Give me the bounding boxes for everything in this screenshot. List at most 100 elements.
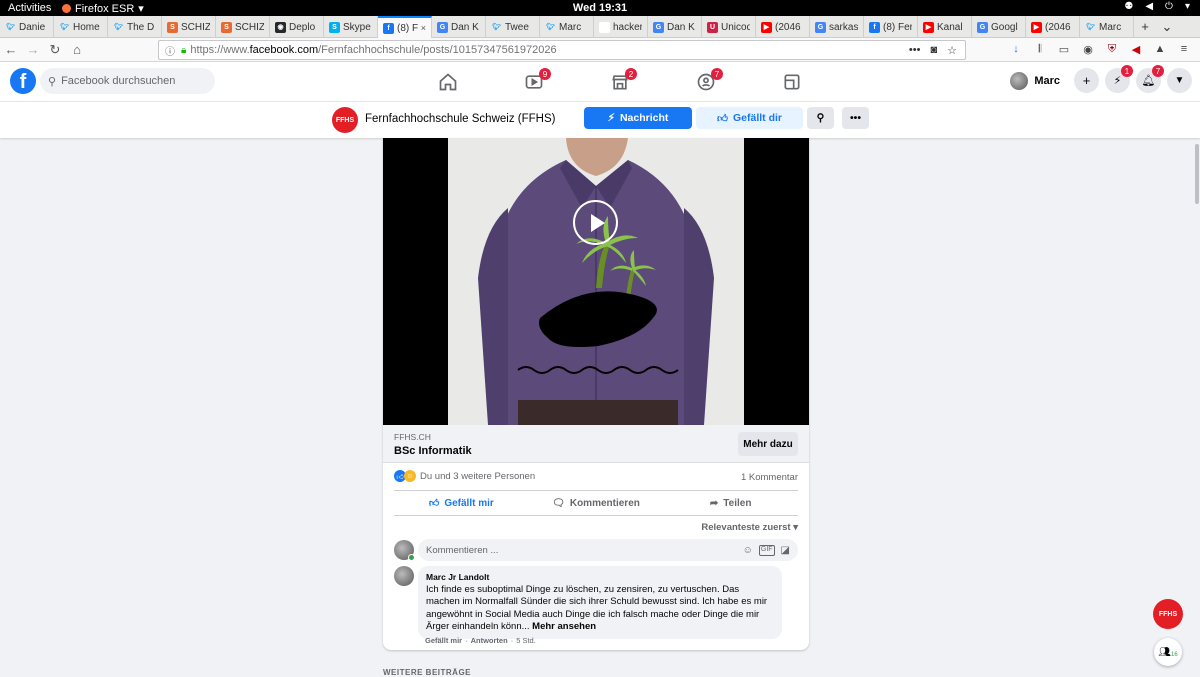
tab-19[interactable]: ▶ (2046 [1026, 16, 1080, 38]
page-liked-button[interactable]: 👍︎ Gefällt dir [696, 107, 803, 129]
lock-icon[interactable]: 🔒︎ [181, 45, 186, 56]
speaker-extension-icon[interactable]: ◀ [1128, 41, 1144, 57]
new-tab-button[interactable]: + [1134, 16, 1156, 37]
tab-0[interactable]: 🐦︎ Danie [0, 16, 54, 38]
tab-4[interactable]: S SCHIZ [216, 16, 270, 38]
create-button[interactable]: + [1074, 68, 1099, 93]
reload-button[interactable]: ↻ [44, 39, 66, 61]
page-scrollbar[interactable] [1194, 138, 1200, 675]
menu-icon[interactable]: ≡ [1176, 41, 1192, 57]
tab-12[interactable]: G Dan K [648, 16, 702, 38]
tab-3[interactable]: S SCHIZ [162, 16, 216, 38]
reaction-summary[interactable]: 👍︎ ☺ Du und 3 weitere Personen [394, 470, 535, 482]
extension-icon[interactable]: ◉ [1080, 41, 1096, 57]
network-icon: ⚉ [1124, 1, 1134, 12]
avatar[interactable] [394, 566, 414, 586]
tab-11[interactable]: hackersca [594, 16, 648, 38]
video-player[interactable] [383, 138, 809, 425]
page-logo[interactable]: FFHS [332, 107, 358, 133]
link-preview[interactable]: FFHS.CH BSc Informatik Mehr dazu [383, 425, 809, 463]
comment-time[interactable]: 5 Std. [516, 636, 536, 645]
library-icon[interactable]: 𝄃 [1032, 41, 1048, 57]
twitter-icon: 🐦︎ [492, 24, 501, 31]
tab-10[interactable]: 🐦︎ Marc [540, 16, 594, 38]
tab-overflow-button[interactable]: ⌄ [1156, 16, 1178, 37]
comment-reply-link[interactable]: Antworten [471, 636, 508, 645]
tab-17[interactable]: ▶ Kanal [918, 16, 972, 38]
comment-input[interactable]: Kommentieren ... ☺ GIF ◪ [418, 539, 798, 561]
share-button[interactable]: ➦ Teilen [663, 491, 798, 515]
comment-author[interactable]: Marc Jr Landolt [426, 571, 774, 584]
sidebar-icon[interactable]: ▭ [1056, 41, 1072, 57]
search-input[interactable]: ⚲ Facebook durchsuchen [40, 68, 215, 94]
profile-link[interactable]: Marc [1010, 71, 1060, 90]
bookmark-star-icon[interactable]: ☆ [947, 44, 957, 57]
nav-gaming[interactable] [749, 62, 835, 102]
gif-icon[interactable]: GIF [758, 544, 775, 556]
extension-icon[interactable]: ▲ [1152, 41, 1168, 57]
tab-20[interactable]: 🐦︎ Marc [1080, 16, 1134, 38]
nav-home[interactable] [405, 62, 491, 102]
account-menu-button[interactable]: ▼ [1167, 68, 1192, 93]
page-more-button[interactable]: ••• [842, 107, 869, 129]
nav-groups[interactable]: 7 [663, 62, 749, 102]
messenger-button[interactable]: ⚡︎ 1 [1105, 65, 1133, 93]
tab-15[interactable]: Gsarkas [810, 16, 864, 38]
learn-more-button[interactable]: Mehr dazu [738, 432, 798, 456]
profile-name: Marc [1034, 74, 1060, 87]
emoji-icon[interactable]: ☺ [743, 545, 753, 556]
nav-watch[interactable]: 9 [491, 62, 577, 102]
clock[interactable]: Wed 19:31 [0, 2, 1200, 14]
home-icon [439, 73, 457, 91]
tab-13[interactable]: U Unicod [702, 16, 756, 38]
tab-7[interactable]: f (8) F × [378, 16, 432, 38]
chat-head-text: FFHS [1158, 610, 1178, 618]
share-icon: ➦ [709, 497, 719, 509]
like-button[interactable]: 👍︎ Gefällt mir [394, 491, 529, 515]
search-placeholder: Facebook durchsuchen [61, 75, 176, 87]
tab-6[interactable]: S Skype [324, 16, 378, 38]
tab-8[interactable]: G Dan K [432, 16, 486, 38]
contacts-button[interactable]: 👥︎ 16 [1154, 638, 1182, 666]
notifications-button[interactable]: 🔔︎ 7 [1136, 65, 1164, 93]
tab-9[interactable]: 🐦︎ Twee [486, 16, 540, 38]
info-icon[interactable]: ⓘ [165, 43, 175, 58]
see-more-link[interactable]: Mehr ansehen [532, 621, 596, 632]
ublock-icon[interactable]: ⛨ [1104, 41, 1120, 57]
online-indicator [408, 554, 415, 561]
facebook-logo-icon[interactable]: f [10, 68, 36, 94]
power-icon: ⏻ [1165, 1, 1173, 12]
home-button[interactable]: ⌂ [66, 39, 88, 61]
tab-1[interactable]: 🐦︎ Home [54, 16, 108, 38]
comment-button[interactable]: 🗨︎ Kommentieren [529, 491, 664, 515]
forward-button[interactable]: → [22, 39, 44, 61]
tab-title: hackersca [613, 21, 642, 33]
volume-icon: ◀ [1145, 1, 1154, 12]
comment-count[interactable]: 1 Kommentar [741, 472, 798, 483]
comment-like-link[interactable]: Gefällt mir [425, 636, 462, 645]
sticker-icon[interactable]: ◪ [781, 545, 790, 556]
comment-sort-dropdown[interactable]: Relevanteste zuerst ▾ [701, 522, 798, 533]
tab-16[interactable]: f (8) Fer [864, 16, 918, 38]
scrollbar-thumb[interactable] [1195, 144, 1199, 204]
download-icon[interactable]: ↓ [1008, 41, 1024, 57]
tab-5[interactable]: ◉ Deplo [270, 16, 324, 38]
tab-2[interactable]: 🐦︎ The D [108, 16, 162, 38]
page-actions-icon[interactable]: ••• [909, 44, 921, 57]
tab-14[interactable]: ▶ (2046 [756, 16, 810, 38]
back-button[interactable]: ← [0, 39, 22, 61]
system-tray[interactable]: ⚉ ◀ ⏻ ▾ [1124, 1, 1190, 12]
play-button[interactable] [573, 200, 618, 245]
page-chat-head[interactable]: FFHS [1153, 599, 1183, 629]
page-title[interactable]: Fernfachhochschule Schweiz (FFHS) [365, 113, 555, 125]
bell-icon: 🔔︎ [1141, 75, 1156, 87]
address-bar[interactable]: ⓘ 🔒︎ https://www. facebook.com /Fernfach… [158, 40, 966, 60]
avatar[interactable] [394, 540, 415, 561]
nav-marketplace[interactable]: 2 [577, 62, 663, 102]
page-search-button[interactable]: ⚲ [807, 107, 834, 129]
tab-strip: 🐦︎ Danie 🐦︎ Home 🐦︎ The D S SCHIZ S SCHIZ ◉ Deplo S S… [0, 16, 1200, 38]
close-tab-icon[interactable]: × [421, 23, 426, 33]
pocket-icon[interactable]: ◙ [930, 44, 937, 57]
tab-18[interactable]: G Googl [972, 16, 1026, 38]
message-button[interactable]: ⚡︎ Nachricht [584, 107, 692, 129]
